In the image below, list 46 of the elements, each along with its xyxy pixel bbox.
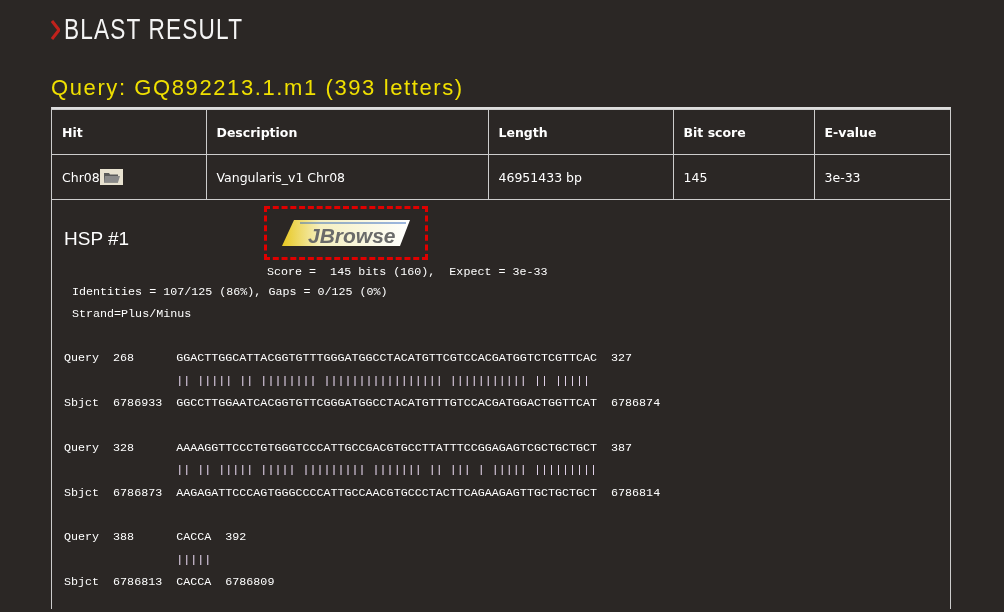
hsp-title: HSP #1: [64, 228, 131, 250]
table-cell: Vangularis_v1 Chr08: [206, 154, 488, 200]
position-number: 6786933: [113, 395, 164, 412]
position-number: 6786809: [225, 574, 275, 591]
column-header: Description: [206, 109, 488, 155]
position-number: 388: [113, 529, 136, 546]
strand-line: Strand=Plus/Minus: [72, 306, 193, 323]
chevron-icon: [51, 20, 60, 40]
sequence-label: Query: [64, 439, 101, 457]
column-header: Hit: [52, 109, 206, 155]
column-header: Length: [488, 109, 673, 155]
sequence-label: Sbjct: [64, 574, 101, 591]
position-number: 6786814: [611, 484, 661, 502]
position-number: 268: [113, 350, 136, 367]
match-line: || ||||| || |||||||| ||||||||||||||||| ||||||||||| || |||||: [176, 372, 590, 390]
hit-link[interactable]: Chr08: [62, 169, 100, 185]
column-header: Bit score: [673, 109, 814, 155]
jbrowse-logo[interactable]: JBrowse: [282, 218, 410, 248]
query-heading: Query: GQ892213.1.m1 (393 letters): [51, 76, 465, 100]
sequence-label: Query: [64, 350, 101, 367]
identities-line: Identities = 107/125 (86%), Gaps = 0/125 (0%): [72, 284, 389, 301]
folder-icon[interactable]: [99, 169, 123, 185]
position-number: 6786813: [113, 574, 164, 591]
query-sequence: GGACTTGGCATTACGGTGTTTGGGATGGCCTACATGTTCGTCCACGATGGTCTCGTTCAC: [176, 350, 598, 367]
score-line: Score = 145 bits (160), Expect = 3e-33: [267, 264, 549, 281]
position-number: 328: [113, 439, 136, 457]
jbrowse-link[interactable]: JBrowse: [264, 206, 428, 260]
position-number: 392: [225, 529, 247, 546]
column-header: E-value: [814, 109, 950, 155]
position-number: 6786874: [611, 395, 661, 412]
query-sequence: CACCA: [176, 529, 212, 546]
position-number: 6786873: [113, 484, 164, 502]
position-number: 387: [611, 439, 633, 457]
table-cell: 145: [673, 154, 814, 200]
sequence-label: Query: [64, 529, 101, 546]
page-title: BLAST RESULT: [64, 12, 244, 46]
query-sequence: AAAAGGTTCCCTGTGGGTCCCATTGCCGACGTGCCTTATTTCCGGAGAGTCGCTGCTGCT: [176, 439, 598, 457]
table-cell: 46951433 bp: [488, 154, 673, 200]
match-line: || || ||||| ||||| ||||||||| ||||||| || ||| | ||||| |||||||||: [176, 462, 598, 479]
subject-sequence: CACCA: [176, 574, 212, 591]
subject-sequence: GGCCTTGGAATCACGGTGTTCGGGATGGCCTACATGTTTGTCCACGATGGACTGGTTCAT: [176, 395, 598, 412]
match-line: |||||: [176, 551, 212, 569]
sequence-label: Sbjct: [64, 395, 101, 412]
position-number: 327: [611, 350, 633, 367]
subject-sequence: AAGAGATTCCCAGTGGGCCCCATTGCCAACGTGCCCTACTTCAGAAGAGTTGCTGCTGCT: [176, 484, 598, 502]
sequence-label: Sbjct: [64, 484, 101, 502]
